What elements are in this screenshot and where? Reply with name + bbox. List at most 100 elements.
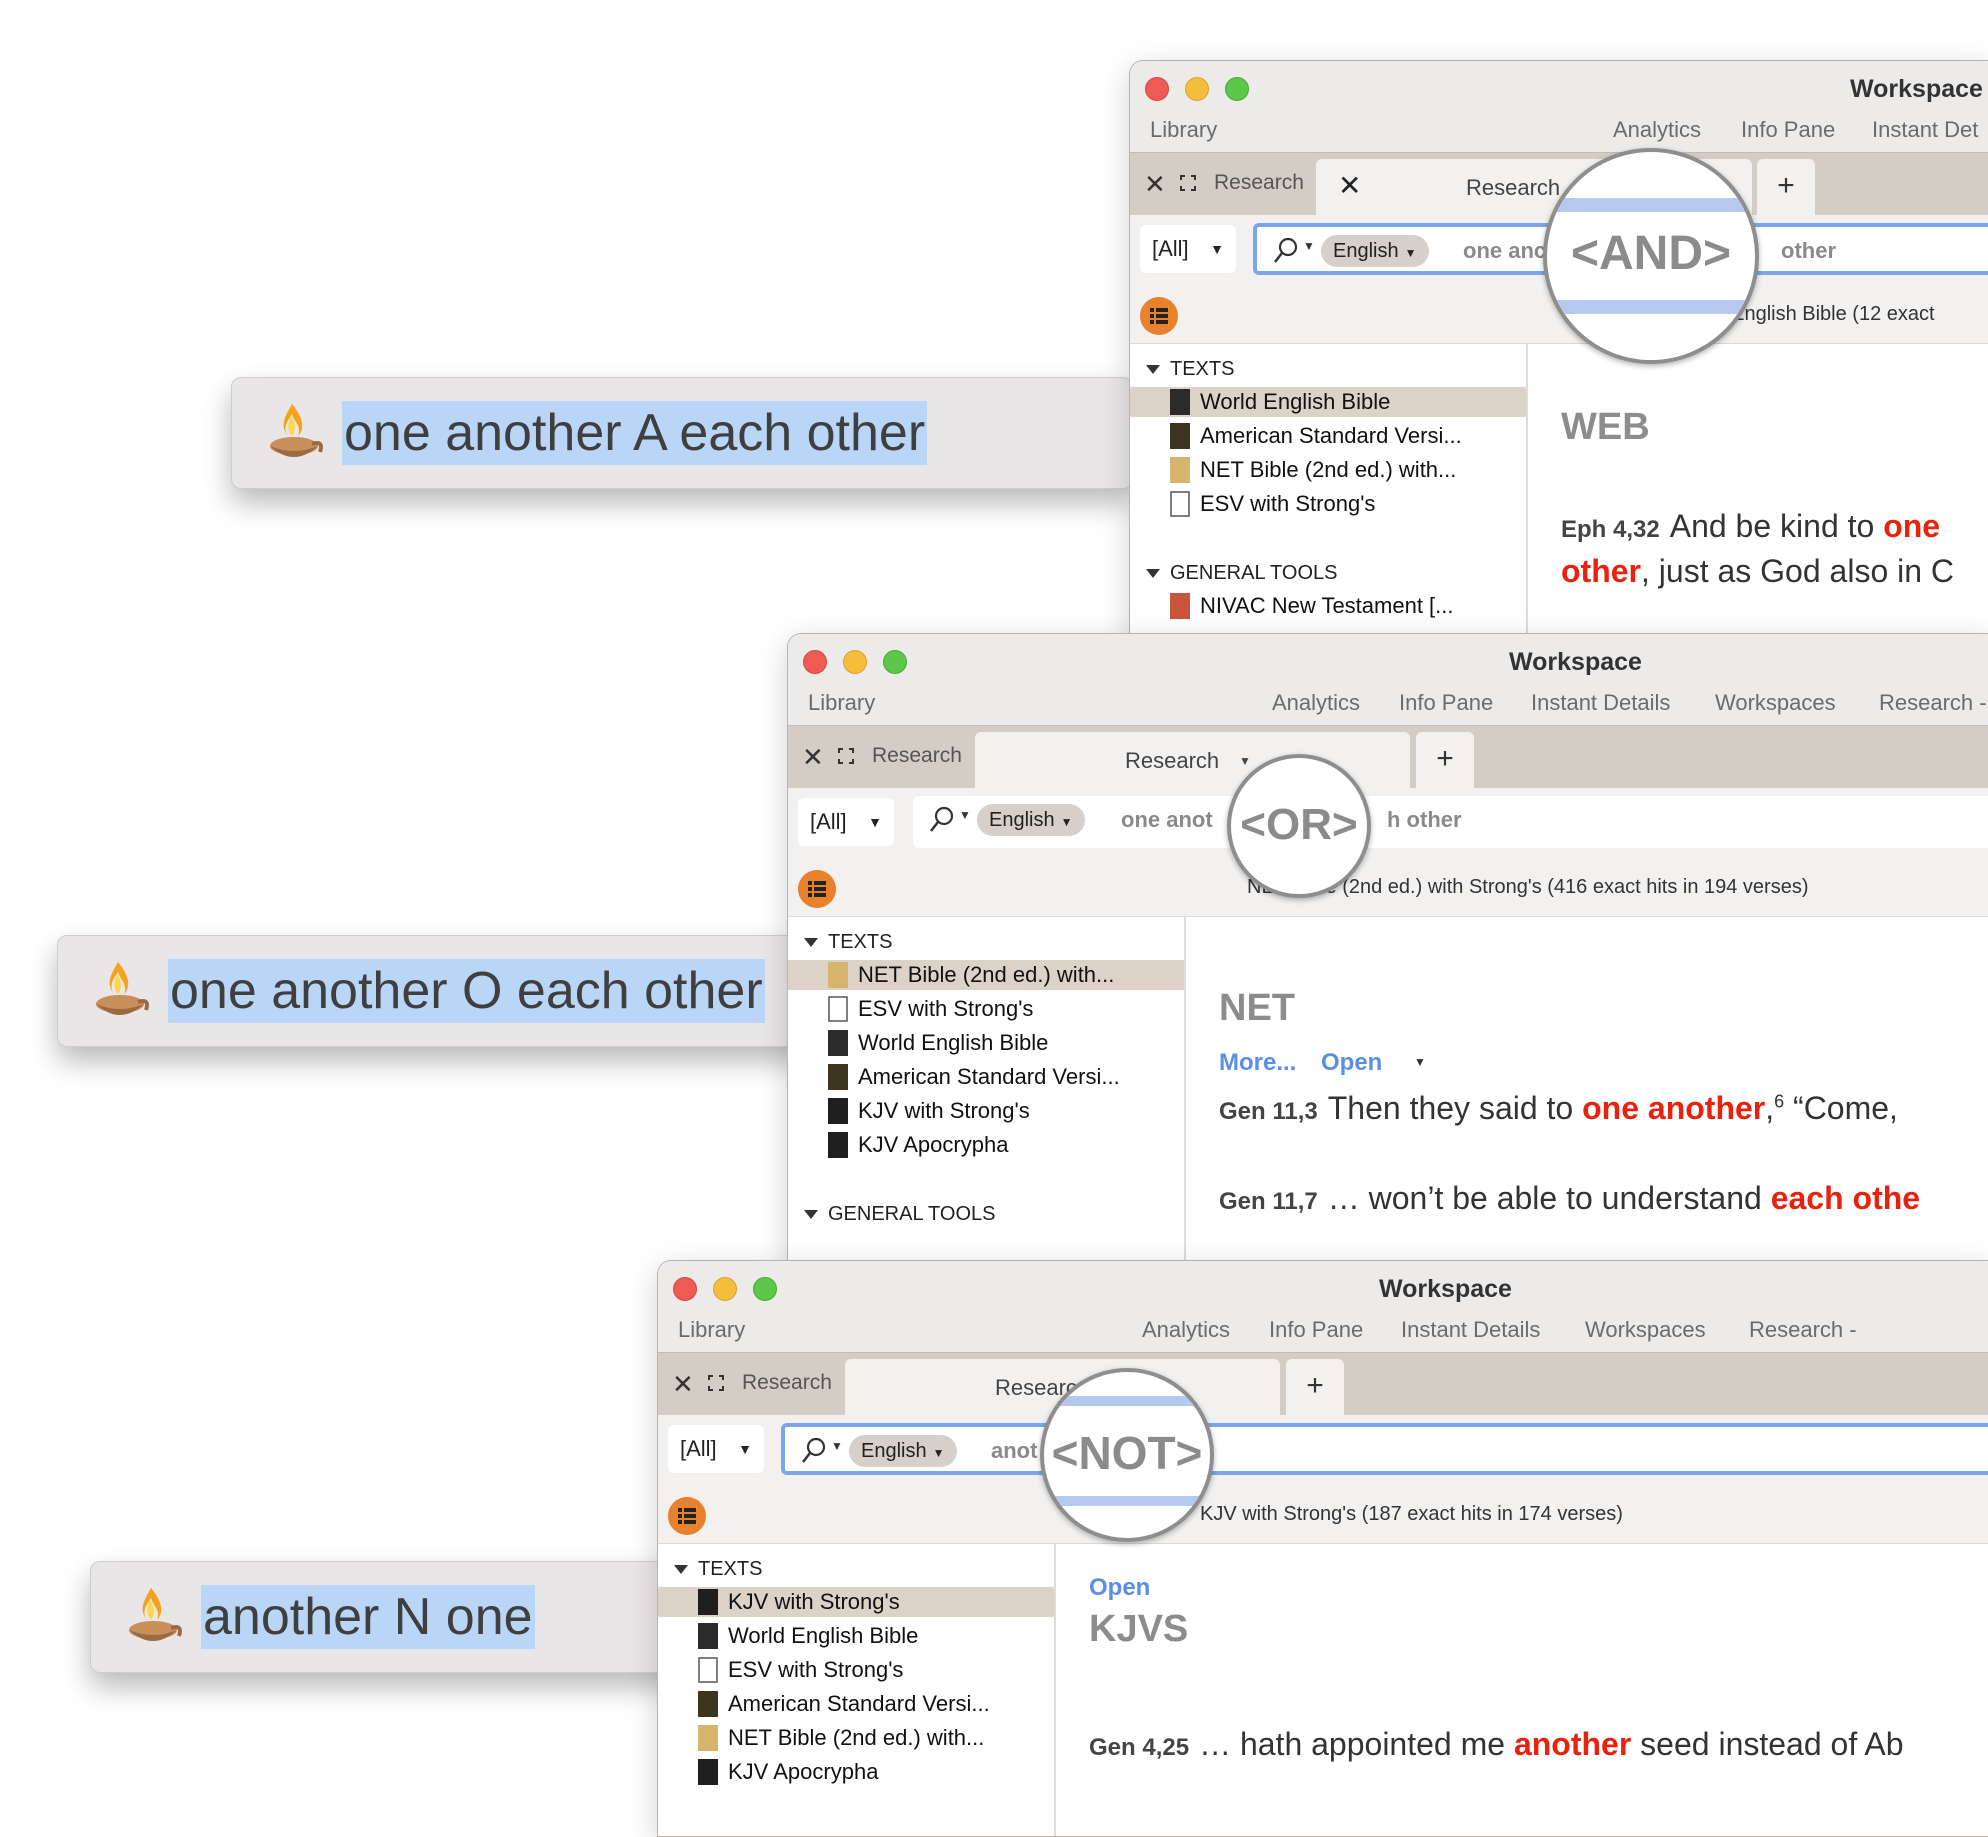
language-select[interactable]: English ▼	[849, 1435, 957, 1467]
text-item-label: KJV with Strong's	[728, 1589, 900, 1614]
section-label: TEXTS	[828, 931, 893, 953]
verse-reference[interactable]: Gen 11,3	[1219, 1098, 1318, 1125]
verse-reference[interactable]: Gen 11,7	[1219, 1188, 1318, 1215]
add-tab-button[interactable]: +	[1286, 1359, 1344, 1416]
expand-icon[interactable]	[708, 1375, 724, 1391]
footnote-marker[interactable]: 6	[1774, 1091, 1784, 1111]
zoom-window-button[interactable]	[883, 650, 907, 674]
menu-analytics[interactable]: Analytics	[1142, 1317, 1230, 1343]
add-tab-button[interactable]: +	[1416, 732, 1474, 789]
minimize-window-button[interactable]	[713, 1277, 737, 1301]
launcher-query[interactable]: one another O each other	[168, 959, 765, 1023]
close-window-button[interactable]	[1145, 77, 1169, 101]
text-item[interactable]: American Standard Versi...	[658, 1689, 1054, 1719]
verse-reference[interactable]: Gen 4,25	[1089, 1734, 1189, 1761]
book-icon	[1170, 593, 1190, 619]
text-item[interactable]: World English Bible	[1130, 387, 1526, 417]
tab-research-inactive[interactable]: Research	[872, 744, 962, 768]
tab-research-inactive[interactable]: Research	[1214, 171, 1304, 195]
text-item[interactable]: World English Bible	[788, 1028, 1184, 1058]
close-window-button[interactable]	[803, 650, 827, 674]
text-item[interactable]: ESV with Strong's	[1130, 489, 1526, 519]
menu-instant-details[interactable]: Instant Details	[1401, 1317, 1540, 1343]
text-item-label: ESV with Strong's	[728, 1657, 904, 1682]
menu-info-pane[interactable]: Info Pane	[1399, 690, 1493, 716]
search-input[interactable]: ▼ English ▼ anot	[781, 1423, 1988, 1475]
search-icon[interactable]	[929, 806, 955, 834]
menu-info-pane[interactable]: Info Pane	[1741, 117, 1835, 143]
launcher-query[interactable]: one another A each other	[342, 401, 928, 465]
more-link[interactable]: More...	[1219, 1049, 1296, 1077]
close-tab-icon[interactable]: ✕	[1144, 169, 1166, 200]
section-texts[interactable]: TEXTS	[1146, 358, 1234, 381]
menu-library[interactable]: Library	[808, 690, 875, 716]
chevron-down-icon[interactable]: ▼	[1239, 754, 1251, 768]
text-item[interactable]: World English Bible	[658, 1621, 1054, 1651]
add-tab-button[interactable]: +	[1757, 159, 1815, 216]
section-general-tools[interactable]: GENERAL TOOLS	[804, 1203, 995, 1226]
menu-analytics[interactable]: Analytics	[1613, 117, 1701, 143]
open-link[interactable]: Open	[1089, 1574, 1150, 1602]
tab-research-inactive[interactable]: Research	[742, 1371, 832, 1395]
scope-select[interactable]: [All] ▼	[1140, 225, 1236, 273]
menu-instant-details[interactable]: Instant Details	[1531, 690, 1670, 716]
scope-select[interactable]: [All] ▼	[798, 798, 894, 846]
menu-library[interactable]: Library	[1150, 117, 1217, 143]
close-tab-icon[interactable]: ✕	[672, 1369, 694, 1400]
close-icon[interactable]: ✕	[1338, 169, 1361, 202]
close-window-button[interactable]	[673, 1277, 697, 1301]
verse-reference[interactable]: Eph 4,32	[1561, 516, 1660, 543]
section-texts[interactable]: TEXTS	[804, 931, 892, 954]
language-select[interactable]: English ▼	[1321, 235, 1429, 267]
expand-icon[interactable]	[1180, 175, 1196, 191]
text-item[interactable]: KJV with Strong's	[658, 1587, 1054, 1617]
minimize-window-button[interactable]	[1185, 77, 1209, 101]
search-icon[interactable]	[1273, 237, 1299, 265]
book-icon	[828, 1098, 848, 1124]
menu-research[interactable]: Research -	[1879, 690, 1987, 716]
search-icon[interactable]	[801, 1437, 827, 1465]
text-item[interactable]: American Standard Versi...	[788, 1062, 1184, 1092]
close-tab-icon[interactable]: ✕	[802, 742, 824, 773]
list-icon[interactable]	[798, 870, 836, 908]
search-input[interactable]: ▼ English ▼ one anot h other	[913, 796, 1988, 848]
menu-library[interactable]: Library	[678, 1317, 745, 1343]
chevron-down-icon[interactable]: ▼	[1414, 1055, 1426, 1069]
menu-info-pane[interactable]: Info Pane	[1269, 1317, 1363, 1343]
launcher-bar-or[interactable]: one another O each other	[57, 935, 859, 1047]
expand-icon[interactable]	[838, 748, 854, 764]
section-texts[interactable]: TEXTS	[674, 1558, 762, 1581]
disclosure-triangle-icon	[674, 1565, 688, 1575]
list-icon[interactable]	[668, 1497, 706, 1535]
zoom-window-button[interactable]	[753, 1277, 777, 1301]
scope-select[interactable]: [All] ▼	[668, 1425, 764, 1473]
verse-hit: one another	[1582, 1090, 1766, 1126]
text-item[interactable]: KJV Apocrypha	[658, 1757, 1054, 1787]
text-item[interactable]: KJV with Strong's	[788, 1096, 1184, 1126]
open-link[interactable]: Open	[1321, 1049, 1382, 1077]
section-general-tools[interactable]: GENERAL TOOLS	[1146, 562, 1337, 585]
menu-workspaces[interactable]: Workspaces	[1715, 690, 1836, 716]
text-item-label: KJV Apocrypha	[858, 1132, 1009, 1157]
text-item-label: World English Bible	[858, 1030, 1049, 1055]
menu-research[interactable]: Research -	[1749, 1317, 1857, 1343]
menu-instant-details[interactable]: Instant Det	[1872, 117, 1978, 143]
text-item[interactable]: ESV with Strong's	[658, 1655, 1054, 1685]
launcher-bar-and[interactable]: one another A each other	[231, 377, 1133, 489]
book-icon	[1170, 457, 1190, 483]
text-item[interactable]: ESV with Strong's	[788, 994, 1184, 1024]
menu-analytics[interactable]: Analytics	[1272, 690, 1360, 716]
language-select[interactable]: English ▼	[977, 804, 1085, 836]
text-item[interactable]: NET Bible (2nd ed.) with...	[788, 960, 1184, 990]
library-sidebar: TEXTS KJV with Strong's World English Bi…	[658, 1543, 1056, 1836]
zoom-window-button[interactable]	[1225, 77, 1249, 101]
list-icon[interactable]	[1140, 297, 1178, 335]
text-item[interactable]: KJV Apocrypha	[788, 1130, 1184, 1160]
minimize-window-button[interactable]	[843, 650, 867, 674]
text-item[interactable]: NET Bible (2nd ed.) with...	[1130, 455, 1526, 485]
launcher-query[interactable]: another N one	[201, 1585, 535, 1649]
text-item[interactable]: American Standard Versi...	[1130, 421, 1526, 451]
menu-workspaces[interactable]: Workspaces	[1585, 1317, 1706, 1343]
tool-item[interactable]: NIVAC New Testament [...	[1130, 591, 1526, 621]
text-item[interactable]: NET Bible (2nd ed.) with...	[658, 1723, 1054, 1753]
